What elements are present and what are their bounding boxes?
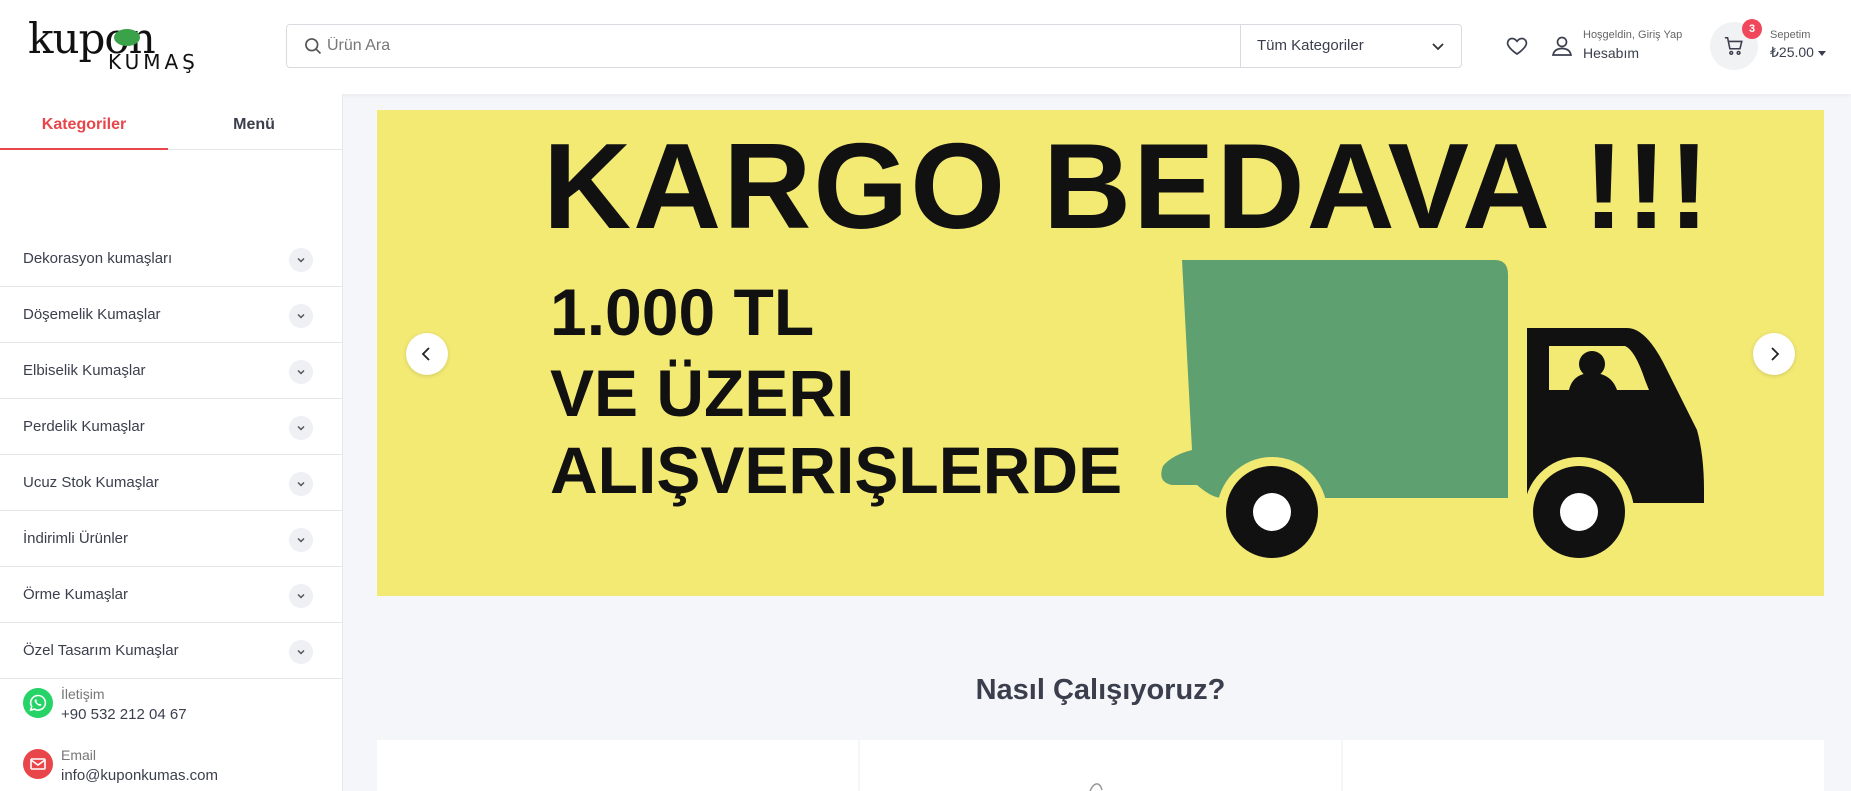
sidebar-tabs: Kategoriler Menü [0, 94, 342, 150]
cart-button[interactable]: 3 Sepetim ₺25.00 [1710, 19, 1840, 72]
chevron-down-icon [297, 425, 305, 431]
contact-email-value: info@kuponkumas.com [61, 767, 218, 784]
banner-line-1: 1.000 TL [550, 275, 815, 349]
search-input[interactable] [327, 31, 1227, 61]
step-card [377, 740, 858, 791]
account-greeting: Hoşgeldin, Giriş Yap [1583, 29, 1683, 41]
whatsapp-icon [23, 688, 53, 718]
contact-email[interactable]: Email info@kuponkumas.com [23, 747, 323, 791]
contact-phone[interactable]: İletişim +90 532 212 04 67 [23, 686, 323, 736]
banner-headline: KARGO BEDAVA !!! [543, 118, 1712, 254]
expand-toggle[interactable] [289, 584, 313, 608]
cart-label: Sepetim [1770, 29, 1811, 41]
sidebar-category-item[interactable]: Dekorasyon kumaşları [0, 232, 342, 287]
sidebar-category-label: İndirimli Ürünler [23, 530, 129, 547]
category-select[interactable]: Tüm Kategoriler [1240, 25, 1462, 67]
contact-phone-value: +90 532 212 04 67 [61, 706, 187, 723]
tab-menu[interactable]: Menü [170, 94, 338, 150]
chevron-down-icon [1432, 43, 1444, 51]
chevron-left-icon [421, 347, 430, 361]
sidebar-category-label: Döşemelik Kumaşlar [23, 306, 161, 323]
user-icon [1551, 36, 1573, 56]
chevron-down-icon [297, 481, 305, 487]
sidebar-category-label: Örme Kumaşlar [23, 586, 129, 603]
expand-toggle[interactable] [289, 248, 313, 272]
expand-toggle[interactable] [289, 528, 313, 552]
search-bar: Tüm Kategoriler [286, 24, 1462, 68]
chevron-down-icon [297, 313, 305, 319]
chevron-down-icon [297, 257, 305, 263]
email-icon [23, 749, 53, 779]
how-we-work-cards [377, 740, 1824, 791]
sidebar-category-item[interactable]: Döşemelik Kumaşlar [0, 288, 342, 343]
chevron-right-icon [1771, 347, 1780, 361]
expand-toggle[interactable] [289, 416, 313, 440]
category-select-label: Tüm Kategoriler [1257, 37, 1364, 54]
sidebar-category-label: Ucuz Stok Kumaşlar [23, 474, 159, 491]
logo-leaf-icon [114, 29, 140, 46]
account-label: Hesabım [1583, 45, 1640, 61]
expand-toggle[interactable] [289, 472, 313, 496]
sidebar-category-item[interactable]: Perdelik Kumaşlar [0, 400, 342, 455]
logo[interactable]: kupon KUMAŞ [28, 14, 233, 76]
cart-icon [1724, 36, 1743, 56]
carousel-next-button[interactable] [1753, 333, 1795, 375]
sidebar-category-label: Perdelik Kumaşlar [23, 418, 145, 435]
expand-toggle[interactable] [289, 640, 313, 664]
sidebar-category-item[interactable]: Özel Tasarım Kumaşlar [0, 624, 342, 679]
expand-toggle[interactable] [289, 304, 313, 328]
expand-toggle[interactable] [289, 360, 313, 384]
site-header: kupon KUMAŞ Tüm Kategoriler Hoşgeldin, G… [0, 0, 1851, 94]
tab-categories[interactable]: Kategoriler [0, 94, 168, 150]
chevron-down-icon [297, 593, 305, 599]
chevron-down-icon [297, 537, 305, 543]
step-card [860, 740, 1341, 791]
cart-total-value: ₺25.00 [1770, 44, 1814, 60]
cart-count-badge: 3 [1742, 19, 1762, 39]
promo-banner[interactable]: KARGO BEDAVA !!! 1.000 TL VE ÜZERI ALIŞV… [377, 110, 1824, 596]
step-card [1343, 740, 1824, 791]
sidebar-category-item[interactable]: Elbiselik Kumaşlar [0, 344, 342, 399]
banner-line-3: ALIŞVERIŞLERDE [550, 433, 1123, 507]
contact-phone-label: İletişim [61, 686, 105, 702]
cart-total: ₺25.00 [1770, 44, 1826, 61]
contact-email-label: Email [61, 747, 97, 763]
logo-subtitle: KUMAŞ [108, 50, 199, 74]
chevron-down-icon [297, 369, 305, 375]
sidebar-category-item[interactable]: Örme Kumaşlar [0, 568, 342, 623]
carousel-prev-button[interactable] [406, 333, 448, 375]
sidebar-category-item[interactable]: Ucuz Stok Kumaşlar [0, 456, 342, 511]
search-icon [305, 38, 322, 55]
section-title-how-we-work: Nasıl Çalışıyoruz? [975, 674, 1226, 706]
account-menu[interactable]: Hoşgeldin, Giriş Yap Hesabım [1550, 28, 1690, 68]
sidebar-category-label: Elbiselik Kumaşlar [23, 362, 146, 379]
hand-icon [1089, 783, 1103, 791]
sidebar-category-item[interactable]: İndirimli Ürünler [0, 512, 342, 567]
sidebar-category-label: Özel Tasarım Kumaşlar [23, 642, 179, 659]
sidebar-category-label: Dekorasyon kumaşları [23, 250, 173, 267]
sidebar: Kategoriler Menü Dekorasyon kumaşları Döş… [0, 94, 343, 791]
banner-line-2: VE ÜZERI [550, 356, 855, 430]
caret-down-icon [1817, 50, 1826, 56]
heart-icon[interactable] [1505, 34, 1529, 58]
chevron-down-icon [297, 649, 305, 655]
